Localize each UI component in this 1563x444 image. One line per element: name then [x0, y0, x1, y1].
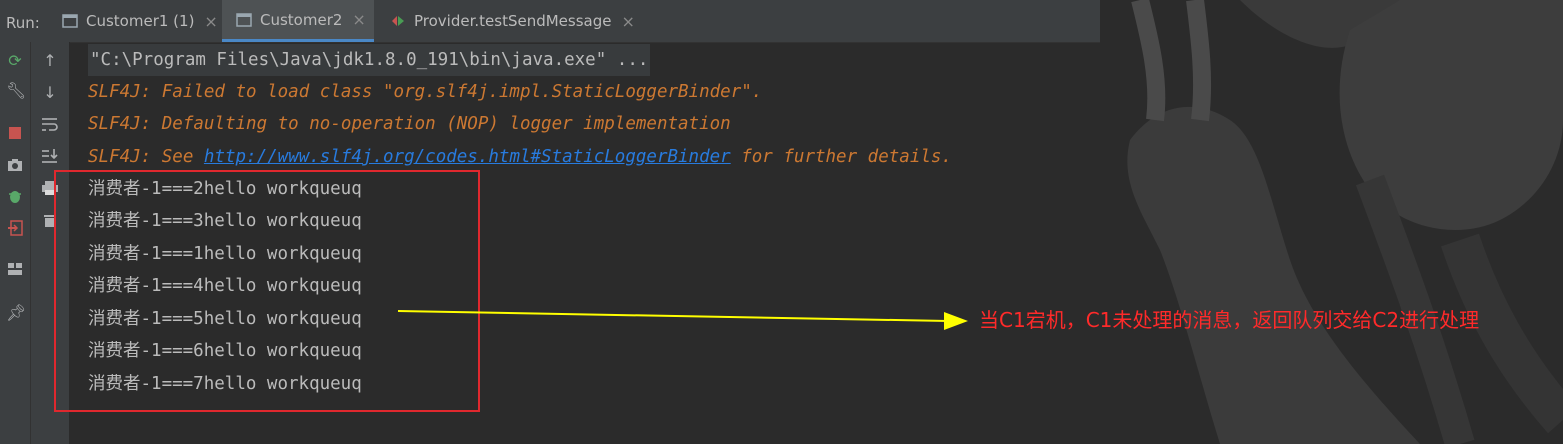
annotation-text: 当C1宕机，C1未处理的消息，返回队列交给C2进行处理 [979, 308, 1480, 332]
camera-icon[interactable] [6, 156, 24, 174]
java-command-line[interactable]: "C:\Program Files\Java\jdk1.8.0_191\bin\… [88, 44, 651, 76]
tab-label: Customer2 [260, 10, 343, 29]
wrench-icon[interactable]: 🔧︎ [6, 82, 26, 100]
scroll-to-end-icon[interactable] [41, 148, 59, 166]
exit-icon[interactable] [6, 220, 24, 238]
run-label: Run: [6, 14, 40, 32]
close-icon[interactable]: × [621, 12, 634, 31]
slf4j-codes-link[interactable]: http://www.slf4j.org/codes.html#StaticLo… [204, 147, 731, 167]
debug-bug-icon[interactable] [6, 188, 24, 206]
close-icon[interactable]: × [352, 10, 365, 29]
layout-icon[interactable] [6, 262, 24, 280]
highlight-box [54, 170, 480, 412]
slf4j-warning-line: SLF4J: See http://www.slf4j.org/codes.ht… [88, 141, 952, 173]
slf4j-see-suffix: for further details. [730, 147, 952, 167]
console-icon [62, 14, 78, 28]
tab-label: Customer1 (1) [86, 12, 195, 30]
slf4j-warning-line: SLF4J: Defaulting to no-operation (NOP) … [88, 114, 731, 134]
run-tab-bar: Run: Customer1 (1) × Customer2 × Provide… [0, 0, 1563, 43]
tab-customer2[interactable]: Customer2 × [222, 0, 374, 42]
test-run-icon [390, 14, 406, 28]
soft-wrap-icon[interactable] [41, 116, 59, 134]
pin-icon[interactable]: 📌︎ [6, 304, 26, 322]
arrow-up-icon[interactable]: ↑ [41, 52, 59, 70]
tab-customer1[interactable]: Customer1 (1) × [52, 0, 218, 42]
tab-label: Provider.testSendMessage [414, 12, 612, 30]
slf4j-see-prefix: SLF4J: See [88, 147, 204, 167]
tab-provider-test[interactable]: Provider.testSendMessage × [380, 0, 640, 42]
slf4j-warning-line: SLF4J: Failed to load class "org.slf4j.i… [88, 82, 763, 102]
console-icon [236, 12, 252, 27]
stop-icon[interactable] [6, 124, 24, 142]
close-icon[interactable]: × [204, 12, 217, 31]
rerun-icon[interactable]: ⟳ [6, 52, 24, 70]
arrow-down-icon[interactable]: ↓ [41, 84, 59, 102]
run-toolbar: ⟳ 🔧︎ 📌︎ [0, 42, 31, 444]
